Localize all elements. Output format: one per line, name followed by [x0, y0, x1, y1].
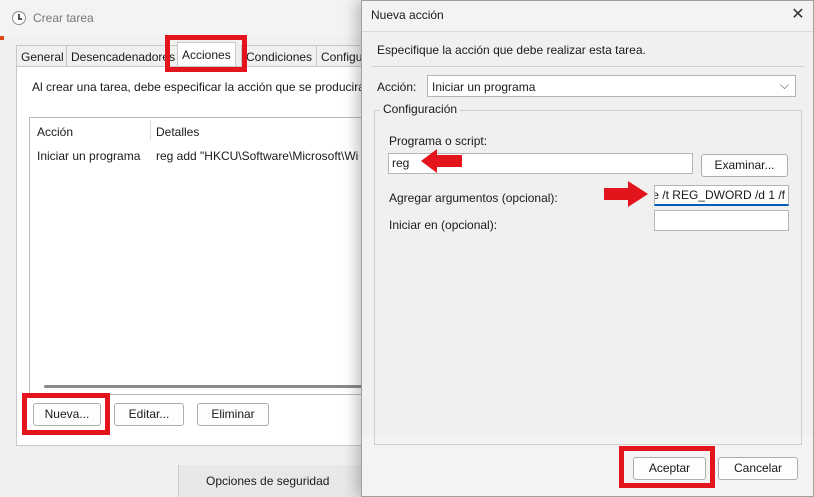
bottom-strip: Opciones de seguridad: [178, 465, 372, 497]
tab-desencadenadores[interactable]: Desencadenadores: [66, 45, 181, 67]
column-header-detalles[interactable]: Detalles: [156, 125, 199, 139]
tab-general[interactable]: General: [16, 45, 69, 67]
edit-action-button[interactable]: Editar...: [114, 403, 184, 426]
action-select-value: Iniciar un programa: [432, 80, 536, 94]
crear-tarea-titlebar: Crear tarea: [0, 0, 372, 36]
annotation-arrow-program-shaft: [436, 155, 462, 167]
annotation-arrow-program: [421, 149, 437, 173]
annotation-box-aceptar: [619, 446, 715, 488]
list-item-details[interactable]: reg add "HKCU\Software\Microsoft\Wi: [156, 149, 358, 163]
arguments-input[interactable]: e /t REG_DWORD /d 1 /f: [654, 185, 789, 206]
divider: [372, 66, 804, 67]
column-header-accion[interactable]: Acción: [37, 125, 73, 139]
dialog-instruction: Especifique la acción que debe realizar …: [377, 43, 646, 57]
annotation-box-nueva: [22, 393, 110, 435]
action-select[interactable]: Iniciar un programa ⌵: [427, 75, 796, 97]
close-icon[interactable]: ✕: [787, 4, 809, 26]
column-separator: [150, 120, 151, 140]
browse-button[interactable]: Examinar...: [701, 154, 788, 177]
horizontal-scrollbar[interactable]: [44, 385, 374, 388]
annotation-arrow-args: [628, 181, 648, 207]
crear-tarea-title: Crear tarea: [33, 11, 94, 25]
list-item-action[interactable]: Iniciar un programa: [37, 149, 140, 163]
arguments-label: Agregar argumentos (opcional):: [389, 191, 558, 205]
cancel-button[interactable]: Cancelar: [718, 457, 798, 480]
tab-configuracion[interactable]: Configu: [316, 45, 368, 67]
delete-action-button[interactable]: Eliminar: [197, 403, 269, 426]
action-label: Acción:: [377, 80, 417, 94]
tab-condiciones[interactable]: Condiciones: [241, 45, 318, 67]
dialog-body: Especifique la acción que debe realizar …: [362, 31, 813, 445]
annotation-box-acciones: [165, 35, 247, 72]
start-in-input[interactable]: [654, 210, 789, 231]
actions-list[interactable]: Acción Detalles Iniciar un programa reg …: [29, 117, 374, 395]
security-options-label: Opciones de seguridad: [206, 474, 330, 488]
program-label: Programa o script:: [389, 134, 488, 148]
annotation-arrow-args-shaft: [604, 188, 630, 200]
clock-icon: [12, 11, 26, 25]
nueva-accion-dialog: Nueva acción ✕ Especifique la acción que…: [361, 0, 814, 497]
start-in-label: Iniciar en (opcional):: [389, 218, 498, 232]
acciones-description: Al crear una tarea, debe especificar la …: [32, 80, 362, 94]
chevron-down-icon[interactable]: ⌵: [780, 78, 789, 93]
configuration-legend: Configuración: [380, 102, 461, 116]
dialog-title: Nueva acción: [371, 8, 444, 22]
